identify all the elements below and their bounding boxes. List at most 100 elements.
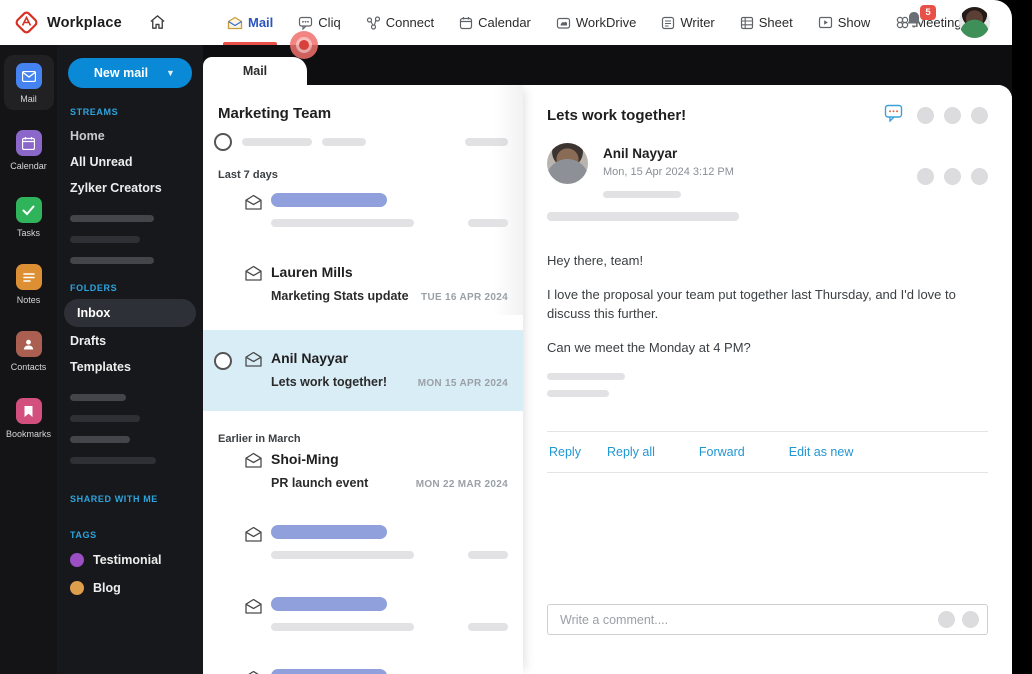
nav-label: WorkDrive xyxy=(575,15,637,30)
envelope-icon xyxy=(244,598,263,620)
email-list-item-lauren-mills[interactable]: Lauren Mills Marketing Stats update TUE … xyxy=(203,252,523,316)
email-list-item-anil-nayyar[interactable]: Anil Nayyar Lets work together! MON 15 A… xyxy=(203,330,523,411)
active-tab-underline xyxy=(223,41,278,45)
envelope-icon xyxy=(244,670,263,674)
sheet-icon xyxy=(740,16,753,29)
skeleton-bar xyxy=(468,219,508,227)
skeleton-bar xyxy=(70,415,140,422)
workplace-logo-icon xyxy=(15,11,38,34)
header-action-placeholder[interactable] xyxy=(917,107,934,124)
nav-sheet[interactable]: Sheet xyxy=(740,0,793,45)
comment-input[interactable] xyxy=(548,612,938,627)
envelope-icon xyxy=(244,194,263,216)
reply-all-link[interactable]: Reply all xyxy=(607,445,655,459)
sidebar-item-zylker-creators[interactable]: Zylker Creators xyxy=(57,175,203,201)
list-title: Marketing Team xyxy=(218,105,332,122)
rail-item-mail[interactable]: Mail xyxy=(3,55,54,110)
home-icon[interactable] xyxy=(148,13,167,32)
nav-calendar[interactable]: Calendar xyxy=(459,0,531,45)
comment-box xyxy=(547,604,988,635)
comment-action-placeholder[interactable] xyxy=(938,611,955,628)
header-action-placeholder[interactable] xyxy=(944,107,961,124)
divider xyxy=(547,472,988,473)
chevron-down-icon[interactable]: ▼ xyxy=(166,68,192,78)
rail-label: Bookmarks xyxy=(6,429,52,439)
writer-icon xyxy=(662,16,675,29)
email-list-item-skeleton[interactable] xyxy=(203,513,523,572)
tag-color-dot xyxy=(70,581,84,595)
rail-item-calendar[interactable]: Calendar xyxy=(4,122,54,177)
tag-color-dot xyxy=(70,553,84,567)
rail-item-notes[interactable]: Notes xyxy=(4,256,54,311)
contacts-app-icon xyxy=(15,331,42,357)
skeleton-bar xyxy=(468,551,508,559)
new-mail-button[interactable]: New mail ▼ xyxy=(68,58,192,88)
email-list-item-skeleton[interactable] xyxy=(203,657,523,674)
rail-label: Tasks xyxy=(16,228,40,238)
mail-list-pane: Marketing Team Last 7 days Lauren Mills … xyxy=(203,85,523,674)
skeleton-bar xyxy=(271,597,387,611)
email-subject: Lets work together! xyxy=(271,375,387,389)
comment-action-placeholder[interactable] xyxy=(962,611,979,628)
body-paragraph: Hey there, team! xyxy=(547,253,644,268)
nav-mail[interactable]: Mail xyxy=(223,0,278,45)
email-date: TUE 16 APR 2024 xyxy=(421,292,508,303)
folders-section-label: FOLDERS xyxy=(70,283,118,293)
reading-pane: Lets work together! Anil Nayyar Mon, 15 … xyxy=(523,85,1012,674)
nav-show[interactable]: Show xyxy=(818,0,870,45)
email-list-item-skeleton[interactable] xyxy=(203,181,523,240)
nav-label: Cliq xyxy=(318,15,341,30)
message-action-placeholder[interactable] xyxy=(917,168,934,185)
sidebar-item-all-unread[interactable]: All Unread xyxy=(57,149,203,175)
tags-section-label: TAGS xyxy=(70,530,97,540)
email-list-item-skeleton[interactable] xyxy=(203,585,523,644)
reply-link[interactable]: Reply xyxy=(549,445,581,459)
rail-label: Notes xyxy=(16,295,41,305)
skeleton-bar xyxy=(271,551,414,559)
skeleton-bar xyxy=(271,193,387,207)
rail-label: Calendar xyxy=(10,161,47,171)
message-action-placeholder[interactable] xyxy=(944,168,961,185)
body-paragraph: I love the proposal your team put togeth… xyxy=(547,286,956,322)
top-bar: Workplace Mail Cliq Connect Calendar Wor… xyxy=(0,0,1012,45)
nav-workdrive[interactable]: WorkDrive xyxy=(556,0,636,45)
list-section-older: Earlier in March xyxy=(218,433,301,445)
sidebar-item-inbox[interactable]: Inbox xyxy=(64,299,196,327)
rail-item-contacts[interactable]: Contacts xyxy=(4,323,54,378)
notifications-bell[interactable]: 5 xyxy=(904,5,936,37)
notification-badge: 5 xyxy=(920,5,936,20)
email-list-item-shoi-ming[interactable]: Shoi-Ming PR launch event MON 22 MAR 202… xyxy=(203,445,523,503)
brand-name: Workplace xyxy=(47,14,122,31)
rail-item-bookmarks[interactable]: Bookmarks xyxy=(4,390,54,445)
nav-writer[interactable]: Writer xyxy=(661,0,715,45)
skeleton-bar xyxy=(242,138,312,146)
sidebar-item-home[interactable]: Home xyxy=(57,123,203,149)
rail-item-tasks[interactable]: Tasks xyxy=(4,189,54,244)
forward-link[interactable]: Forward xyxy=(699,445,745,459)
header-action-placeholder[interactable] xyxy=(971,107,988,124)
skeleton-bar xyxy=(271,219,414,227)
envelope-icon xyxy=(244,265,263,287)
nav-connect[interactable]: Connect xyxy=(366,0,434,45)
email-subject: Marketing Stats update xyxy=(271,289,409,303)
select-all-radio[interactable] xyxy=(214,133,232,151)
email-date: MON 15 APR 2024 xyxy=(417,378,508,389)
tag-item-testimonial[interactable]: Testimonial xyxy=(57,546,203,574)
cliq-coachmark-pulse-dot[interactable] xyxy=(290,31,318,59)
message-action-placeholder[interactable] xyxy=(971,168,988,185)
bookmarks-app-icon xyxy=(15,398,42,424)
skeleton-bar xyxy=(271,669,387,674)
sidebar-item-templates[interactable]: Templates xyxy=(57,354,203,380)
calendar-icon xyxy=(460,16,473,29)
nav-label: Sheet xyxy=(758,15,793,30)
user-avatar[interactable] xyxy=(959,7,990,38)
message-subject: Lets work together! xyxy=(547,107,687,124)
email-select-radio[interactable] xyxy=(214,352,232,370)
edit-as-new-link[interactable]: Edit as new xyxy=(789,445,854,459)
tag-item-blog[interactable]: Blog xyxy=(57,574,203,602)
tab-mail[interactable]: Mail xyxy=(203,57,307,85)
comments-icon[interactable] xyxy=(884,104,903,127)
sidebar-item-drafts[interactable]: Drafts xyxy=(57,328,203,354)
skeleton-bar xyxy=(70,236,140,243)
cliq-icon xyxy=(299,16,313,30)
